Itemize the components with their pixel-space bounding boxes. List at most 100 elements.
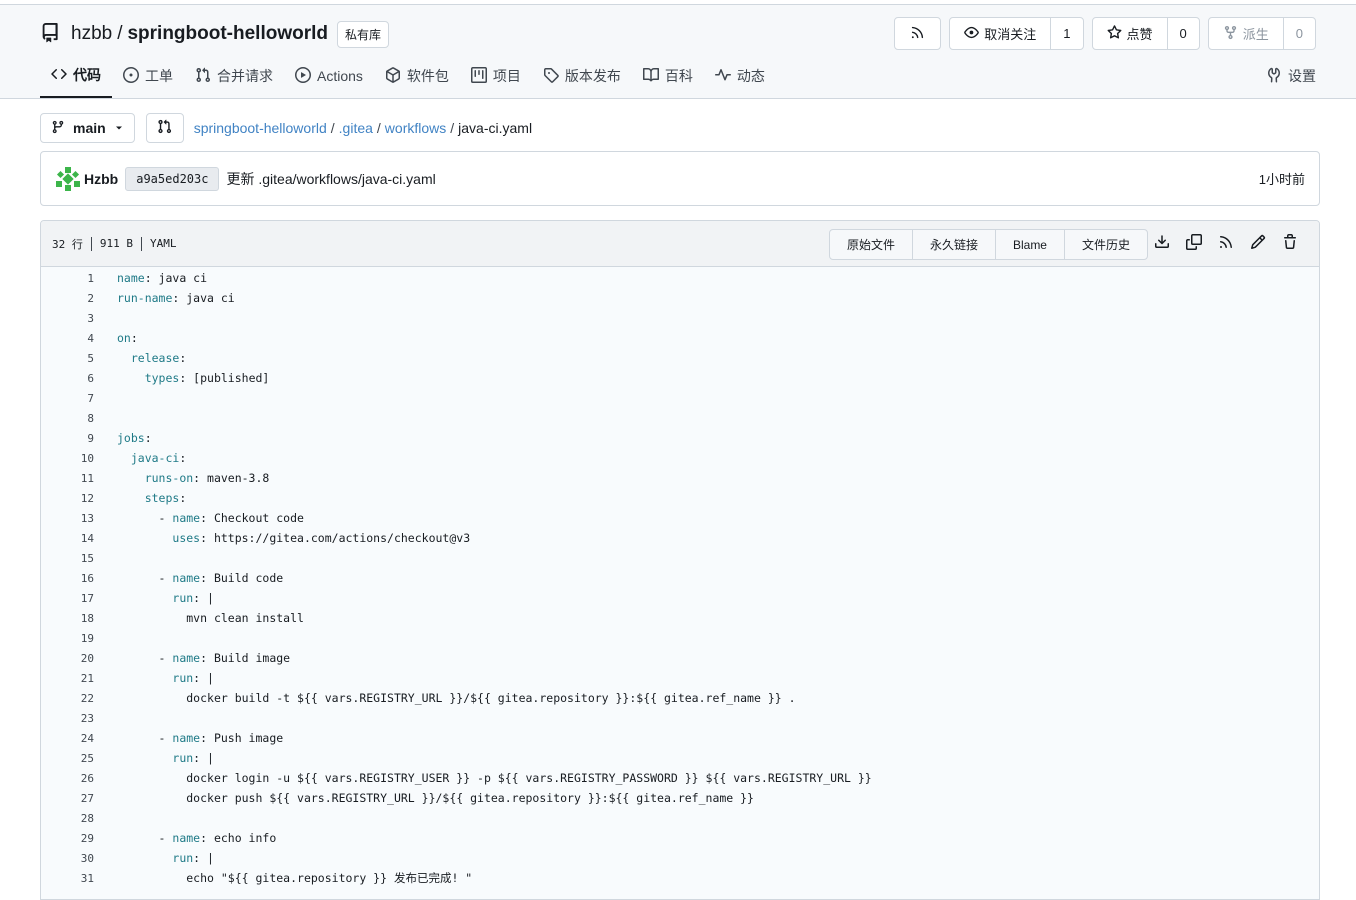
yaml-value: : Build code xyxy=(200,571,284,585)
line-number[interactable]: 23 xyxy=(41,712,94,725)
header-actions: 取消关注 1 点赞 0 派生 0 xyxy=(894,17,1316,50)
star-button-group: 点赞 0 xyxy=(1091,17,1200,50)
commit-sha-button[interactable]: a9a5ed203c xyxy=(125,166,220,191)
tab-projects[interactable]: 项目 xyxy=(460,54,532,98)
line-number[interactable]: 12 xyxy=(41,492,94,505)
repo-owner-link[interactable]: hzbb xyxy=(71,23,112,45)
repo-name-link[interactable]: springboot-helloworld xyxy=(127,23,328,45)
line-content: docker push ${{ vars.REGISTRY_URL }}/${{… xyxy=(94,791,754,805)
yaml-value: : java ci xyxy=(144,271,208,285)
line-number[interactable]: 27 xyxy=(41,792,94,805)
line-number[interactable]: 11 xyxy=(41,472,94,485)
tag-icon xyxy=(543,67,559,86)
tab-issues[interactable]: 工单 xyxy=(112,54,184,98)
tab-packages[interactable]: 软件包 xyxy=(374,54,460,98)
code-line: 28 xyxy=(41,808,1319,828)
line-number[interactable]: 16 xyxy=(41,572,94,585)
branch-selector[interactable]: main xyxy=(40,113,135,143)
line-content: runs-on: maven-3.8 xyxy=(94,471,270,485)
line-number[interactable]: 20 xyxy=(41,652,94,665)
tab-wiki[interactable]: 百科 xyxy=(632,54,704,98)
line-number[interactable]: 26 xyxy=(41,772,94,785)
line-number[interactable]: 15 xyxy=(41,552,94,565)
line-number[interactable]: 21 xyxy=(41,672,94,685)
settings-label: 设置 xyxy=(1288,68,1316,84)
line-number[interactable]: 31 xyxy=(41,872,94,885)
line-number[interactable]: 10 xyxy=(41,452,94,465)
yaml-key: run xyxy=(172,751,194,765)
permalink-button[interactable]: 永久链接 xyxy=(913,230,996,259)
line-number[interactable]: 14 xyxy=(41,532,94,545)
file-button-group: 原始文件 永久链接 Blame 文件历史 xyxy=(828,229,1148,260)
breadcrumb-workflows-link[interactable]: workflows xyxy=(385,120,446,136)
line-number[interactable]: 29 xyxy=(41,832,94,845)
copy-icon[interactable] xyxy=(1186,234,1203,251)
raw-button[interactable]: 原始文件 xyxy=(830,230,913,259)
pencil-icon[interactable] xyxy=(1250,234,1267,251)
line-number[interactable]: 1 xyxy=(41,272,94,285)
rss-button[interactable] xyxy=(894,17,942,50)
line-number[interactable]: 30 xyxy=(41,852,94,865)
star-label: 点赞 xyxy=(1126,27,1153,42)
line-content: - name: Push image xyxy=(94,731,284,745)
download-icon[interactable] xyxy=(1154,234,1171,251)
watch-count[interactable]: 1 xyxy=(1051,18,1082,49)
divider xyxy=(90,236,92,251)
line-number[interactable]: 8 xyxy=(41,412,94,425)
line-number[interactable]: 18 xyxy=(41,612,94,625)
line-number[interactable]: 13 xyxy=(41,512,94,525)
tab-settings[interactable]: 设置 xyxy=(1266,54,1316,98)
breadcrumb-current-file: java-ci.yaml xyxy=(458,120,533,136)
line-number[interactable]: 6 xyxy=(41,372,94,385)
line-number[interactable]: 9 xyxy=(41,432,94,445)
code-line: 13 - name: Checkout code xyxy=(41,508,1319,528)
breadcrumb-gitea-link[interactable]: .gitea xyxy=(339,120,373,136)
rss-icon[interactable] xyxy=(1218,234,1235,251)
line-number[interactable]: 24 xyxy=(41,732,94,745)
yaml-key: java-ci xyxy=(130,451,180,465)
trash-icon[interactable] xyxy=(1282,234,1299,251)
commit-message[interactable]: 更新 .gitea/workflows/java-ci.yaml xyxy=(226,169,435,189)
avatar[interactable] xyxy=(55,166,81,192)
tab-pulls[interactable]: 合并请求 xyxy=(184,54,284,98)
yaml-value: : xyxy=(130,331,138,345)
compare-button[interactable] xyxy=(145,113,184,143)
line-number[interactable]: 17 xyxy=(41,592,94,605)
line-number[interactable]: 5 xyxy=(41,352,94,365)
file-history-button[interactable]: 文件历史 xyxy=(1065,230,1147,259)
line-number[interactable]: 22 xyxy=(41,692,94,705)
blame-button[interactable]: Blame xyxy=(996,230,1065,259)
tab-code[interactable]: 代码 xyxy=(40,54,112,98)
code-line: 19 xyxy=(41,628,1319,648)
book-icon xyxy=(642,67,659,86)
yaml-value: : echo info xyxy=(200,831,277,845)
line-number[interactable]: 25 xyxy=(41,752,94,765)
fork-count[interactable]: 0 xyxy=(1284,18,1315,49)
tab-releases[interactable]: 版本发布 xyxy=(532,54,632,98)
yaml-key: name xyxy=(172,571,201,585)
fork-button[interactable]: 派生 xyxy=(1209,18,1284,49)
tab-activity[interactable]: 动态 xyxy=(704,54,776,98)
line-number[interactable]: 19 xyxy=(41,632,94,645)
star-button[interactable]: 点赞 xyxy=(1093,18,1168,49)
line-number[interactable]: 3 xyxy=(41,312,94,325)
line-content: run: | xyxy=(94,751,214,765)
line-content: - name: Build code xyxy=(94,571,284,585)
unwatch-button[interactable]: 取消关注 xyxy=(950,18,1052,49)
line-number[interactable]: 7 xyxy=(41,392,94,405)
star-count[interactable]: 0 xyxy=(1168,18,1199,49)
tab-actions[interactable]: Actions xyxy=(284,54,374,98)
line-number[interactable]: 28 xyxy=(41,812,94,825)
compare-icon xyxy=(157,119,172,137)
line-number[interactable]: 2 xyxy=(41,292,94,305)
breadcrumb-repo-link[interactable]: springboot-helloworld xyxy=(194,120,327,136)
breadcrumb-separator: / xyxy=(376,120,381,136)
commit-author[interactable]: Hzbb xyxy=(84,171,118,187)
yaml-value: : Checkout code xyxy=(200,511,304,525)
line-number[interactable]: 4 xyxy=(41,332,94,345)
yaml-value: docker build -t ${{ vars.REGISTRY_URL }}… xyxy=(186,691,796,705)
